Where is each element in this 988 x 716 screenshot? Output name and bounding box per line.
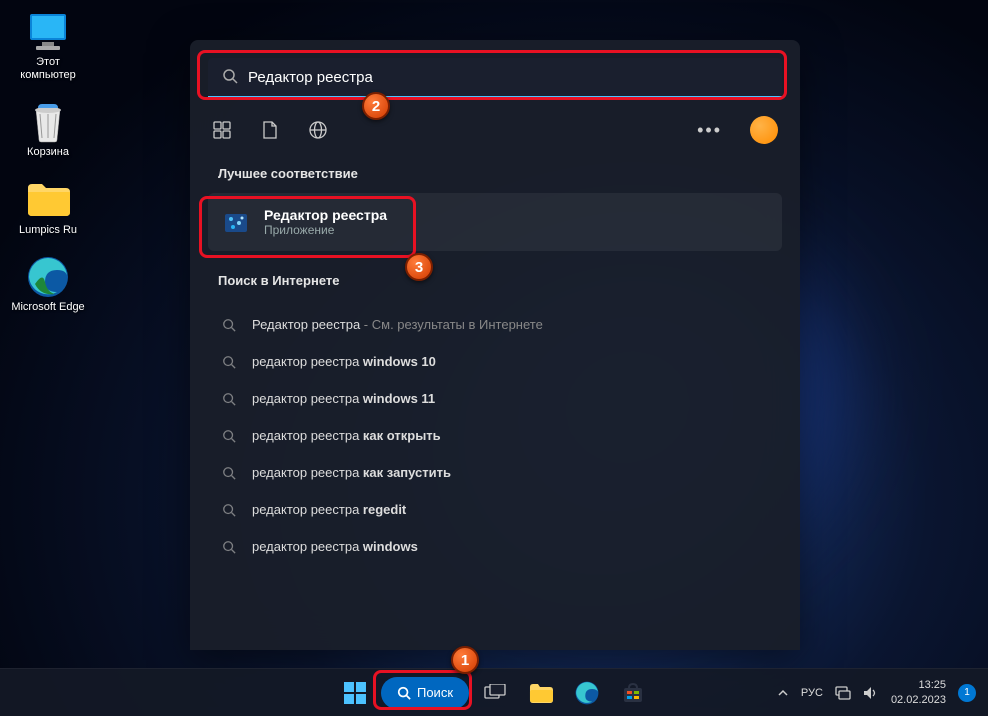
web-result-item[interactable]: редактор реестра как запустить <box>208 454 782 491</box>
search-icon <box>222 68 238 84</box>
taskbar-search-button[interactable]: Поиск <box>381 677 469 709</box>
apps-filter-icon[interactable] <box>212 120 232 140</box>
icon-label: Microsoft Edge <box>11 301 84 314</box>
desktop-icon-folder[interactable]: Lumpics Ru <box>10 178 86 237</box>
documents-filter-icon[interactable] <box>260 120 280 140</box>
web-result-item[interactable]: редактор реестра windows 11 <box>208 380 782 417</box>
search-icon <box>222 355 238 369</box>
web-result-text: редактор реестра regedit <box>252 502 406 517</box>
search-panel: ••• Лучшее соответствие Редактор реестра… <box>190 40 800 650</box>
search-icon <box>222 466 238 480</box>
search-input[interactable] <box>208 58 782 98</box>
language-indicator[interactable]: РУС <box>801 687 823 699</box>
desktop-icon-this-pc[interactable]: Этот компьютер <box>10 10 86 82</box>
desktop-icons: Этот компьютер Корзина Lumpics Ru Micros… <box>10 10 86 314</box>
web-result-item[interactable]: редактор реестра regedit <box>208 491 782 528</box>
icon-label: Этот компьютер <box>10 56 86 82</box>
search-icon <box>222 540 238 554</box>
best-match-heading: Лучшее соответствие <box>190 158 800 193</box>
desktop-icon-edge[interactable]: Microsoft Edge <box>10 255 86 314</box>
web-result-item[interactable]: Редактор реестра - См. результаты в Инте… <box>208 306 782 343</box>
taskbar-store[interactable] <box>613 673 653 713</box>
best-match-result[interactable]: Редактор реестра Приложение <box>208 193 782 251</box>
search-icon <box>222 318 238 332</box>
best-match-subtitle: Приложение <box>264 223 387 237</box>
tray-chevron-icon[interactable] <box>777 687 789 699</box>
web-search-heading: Поиск в Интернете <box>190 251 800 300</box>
taskbar-time: 13:25 <box>891 678 946 692</box>
web-result-item[interactable]: редактор реестра windows <box>208 528 782 565</box>
search-icon <box>222 503 238 517</box>
edge-icon <box>26 255 70 299</box>
web-results-list: Редактор реестра - См. результаты в Инте… <box>190 300 800 571</box>
taskbar-task-view[interactable] <box>475 673 515 713</box>
best-match-title: Редактор реестра <box>264 207 387 223</box>
web-result-text: редактор реестра как запустить <box>252 465 451 480</box>
desktop-icon-recycle-bin[interactable]: Корзина <box>10 100 86 159</box>
search-icon <box>222 429 238 443</box>
filter-bar: ••• <box>190 108 800 158</box>
web-result-text: редактор реестра windows 10 <box>252 354 436 369</box>
icon-label: Корзина <box>27 146 69 159</box>
taskbar-center: Поиск <box>335 673 653 713</box>
volume-icon[interactable] <box>863 686 879 700</box>
web-result-text: редактор реестра как открыть <box>252 428 441 443</box>
folder-icon <box>26 178 70 222</box>
web-result-text: Редактор реестра - См. результаты в Инте… <box>252 317 543 332</box>
start-button[interactable] <box>335 673 375 713</box>
user-avatar[interactable] <box>750 116 778 144</box>
taskbar-date: 02.02.2023 <box>891 693 946 707</box>
more-options-icon[interactable]: ••• <box>697 120 722 141</box>
taskbar-right: РУС 13:25 02.02.2023 1 <box>777 678 976 707</box>
trash-icon <box>26 100 70 144</box>
web-result-text: редактор реестра windows 11 <box>252 391 435 406</box>
taskbar: Поиск РУС <box>0 668 988 716</box>
search-icon <box>222 392 238 406</box>
web-result-item[interactable]: редактор реестра как открыть <box>208 417 782 454</box>
web-result-item[interactable]: редактор реестра windows 10 <box>208 343 782 380</box>
web-filter-icon[interactable] <box>308 120 328 140</box>
search-pill-label: Поиск <box>417 685 453 700</box>
desktop: Этот компьютер Корзина Lumpics Ru Micros… <box>0 0 988 716</box>
registry-editor-icon <box>222 208 250 236</box>
network-icon[interactable] <box>835 686 851 700</box>
notification-badge[interactable]: 1 <box>958 684 976 702</box>
icon-label: Lumpics Ru <box>19 224 77 237</box>
taskbar-clock[interactable]: 13:25 02.02.2023 <box>891 678 946 707</box>
taskbar-explorer[interactable] <box>521 673 561 713</box>
monitor-icon <box>26 10 70 54</box>
taskbar-edge[interactable] <box>567 673 607 713</box>
search-box-container <box>190 40 800 108</box>
web-result-text: редактор реестра windows <box>252 539 418 554</box>
